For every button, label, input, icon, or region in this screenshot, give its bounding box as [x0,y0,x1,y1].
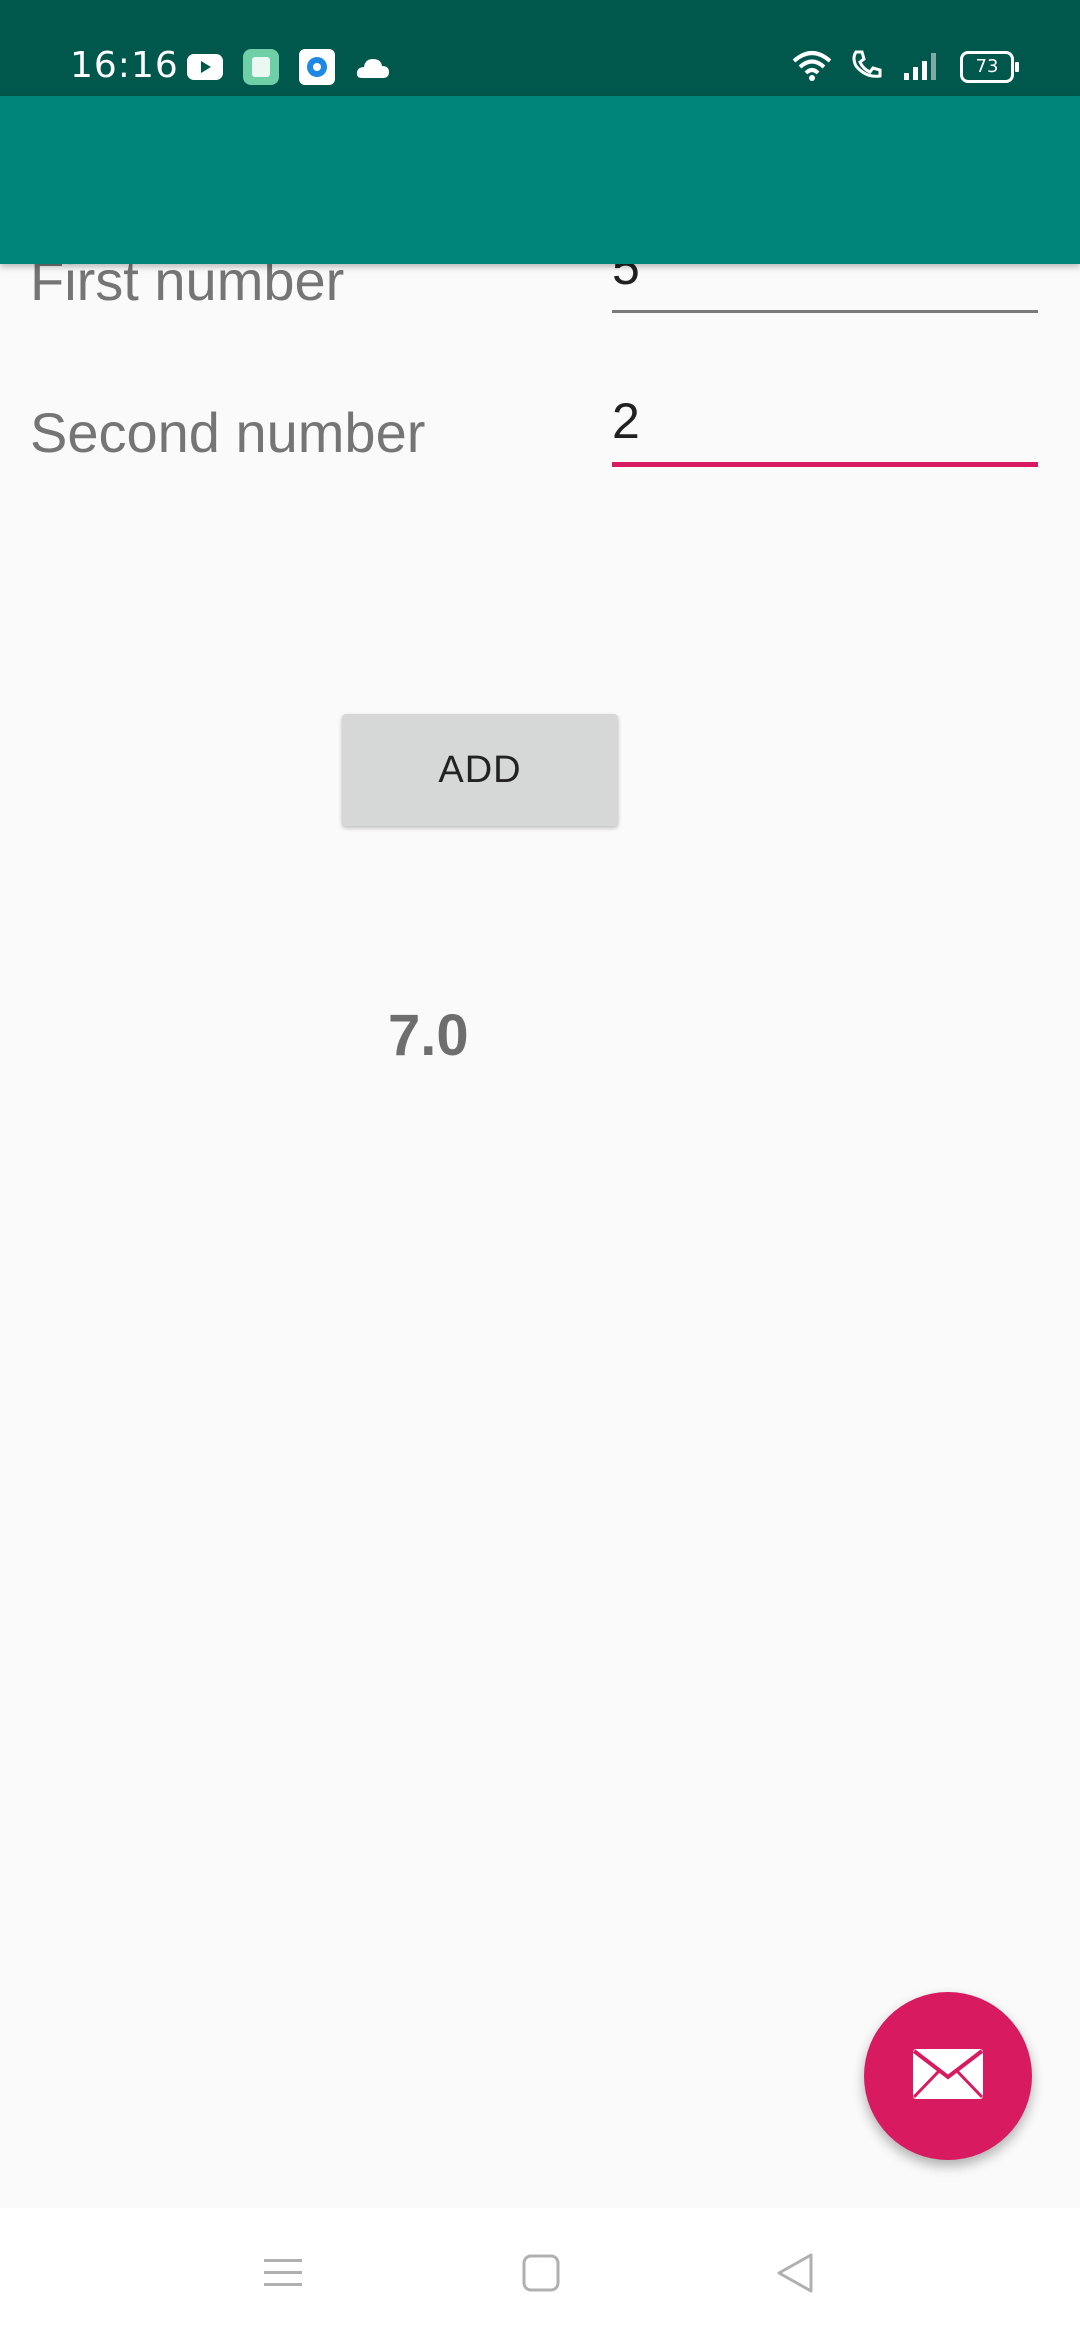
second-number-label: Second number [30,401,426,464]
youtube-icon [186,48,224,86]
navigation-bar [0,2208,1080,2340]
result-value: 7.0 [388,1003,469,1068]
status-time: 16:16 [70,45,179,86]
first-number-label: First number [30,264,345,312]
main-content: First number 5 Second number 2 ADD 7.0 [0,264,1080,2208]
back-icon [775,2251,815,2299]
home-button[interactable] [516,2250,566,2300]
signal-icon [902,49,942,85]
app-bar [0,96,1080,264]
email-fab-button[interactable] [864,1992,1032,2160]
menu-icon [263,2256,303,2294]
mail-icon [911,2047,985,2105]
first-number-input[interactable]: 5 [612,264,1038,313]
call-icon [850,48,884,86]
home-icon [521,2253,561,2297]
wifi-icon [792,49,832,85]
notification-icons [186,48,392,86]
battery-icon: 73 [960,51,1019,83]
cloud-icon [354,48,392,86]
browser-icon [298,48,336,86]
second-number-input[interactable]: 2 [612,380,1038,467]
system-icons: 73 [792,48,1019,86]
app-icon [242,48,280,86]
back-button[interactable] [770,2250,820,2300]
add-button[interactable]: ADD [342,714,618,826]
status-bar: 16:16 73 [0,0,1080,96]
menu-button[interactable] [258,2250,308,2300]
